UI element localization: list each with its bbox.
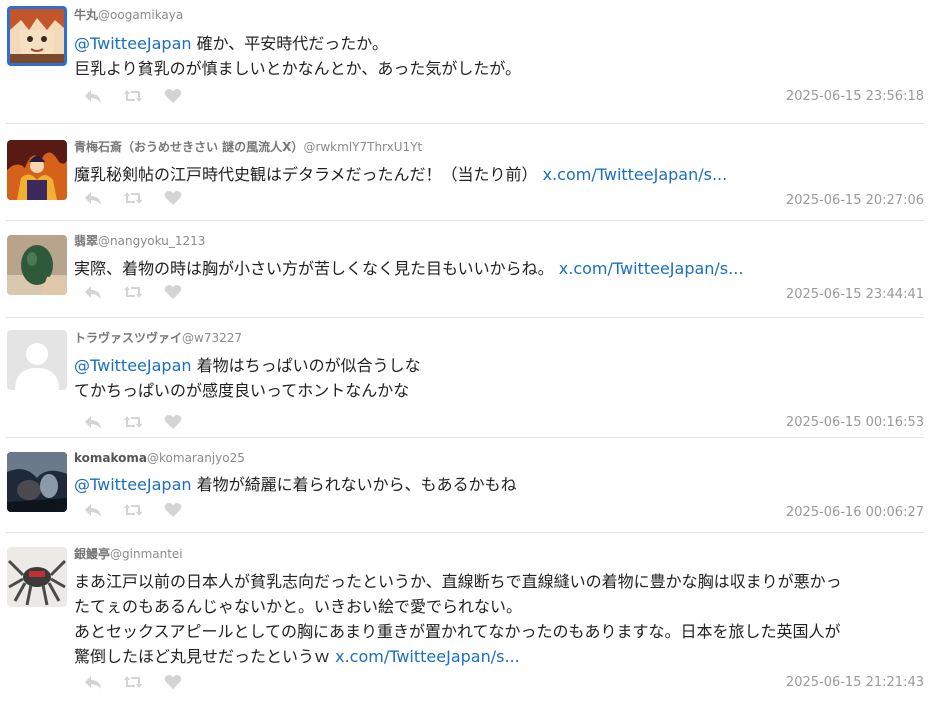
tweet-text: 驚倒したほど丸見せだったというｗ bbox=[74, 647, 336, 666]
tweet-actions: 2025-06-15 23:56:18 bbox=[74, 85, 924, 107]
tweet-text: 巨乳より貧乳のが慎ましいとかなんとか、あった気がしたが。 bbox=[74, 59, 522, 78]
user-handle[interactable]: @ginmantei bbox=[110, 547, 183, 561]
tweet-actions: 2025-06-15 23:44:41 bbox=[74, 281, 924, 303]
avatar[interactable] bbox=[7, 452, 67, 512]
timestamp[interactable]: 2025-06-16 00:06:27 bbox=[786, 505, 924, 520]
retweet-icon[interactable] bbox=[124, 88, 142, 104]
tweet-header: トラヴァスツヴァイ@w73227 bbox=[74, 330, 924, 346]
tweet-body: @TwitteeJapan 確か、平安時代だったか。 巨乳より貧乳のが慎ましいと… bbox=[74, 31, 924, 81]
retweet-icon[interactable] bbox=[124, 190, 142, 206]
tweet-text: 着物はちっぱいのが似合うしな bbox=[191, 356, 421, 375]
tweet: 銀鰻亭@ginmantei まあ江戸以前の日本人が貧乳志向だったというか、直線断… bbox=[6, 533, 924, 701]
tweet-body: 魔乳秘剣帖の江戸時代史観はデタラメだったんだ！（当たり前） x.com/Twit… bbox=[74, 162, 924, 187]
display-name[interactable]: 青梅石斎（おうめせきさい 謎の風流人X） bbox=[74, 140, 303, 154]
retweet-icon[interactable] bbox=[124, 502, 142, 518]
tweet-url-link[interactable]: x.com/TwitteeJapan/s... bbox=[335, 647, 520, 666]
heart-icon[interactable] bbox=[164, 674, 182, 690]
tweet-url-link[interactable]: x.com/TwitteeJapan/s... bbox=[559, 259, 744, 278]
tweet-actions: 2025-06-15 21:21:43 bbox=[74, 671, 924, 693]
timestamp[interactable]: 2025-06-15 21:21:43 bbox=[786, 675, 924, 690]
tweet-text: 確か、平安時代だったか。 bbox=[191, 34, 388, 53]
reply-icon[interactable] bbox=[84, 88, 102, 104]
tweet-body: @TwitteeJapan 着物はちっぱいのが似合うしな てかちっぱいのが感度良… bbox=[74, 353, 924, 403]
tweet-header: 牛丸@oogamikaya bbox=[74, 7, 924, 23]
timestamp[interactable]: 2025-06-15 00:16:53 bbox=[786, 415, 924, 430]
display-name[interactable]: 翡翠 bbox=[74, 234, 98, 248]
tweet-text: まあ江戸以前の日本人が貧乳志向だったというか、直線断ちで直線縫いの着物に豊かな胸… bbox=[74, 572, 842, 591]
avatar[interactable] bbox=[7, 547, 67, 607]
user-handle[interactable]: @komaranjyo25 bbox=[147, 451, 245, 465]
tweet: トラヴァスツヴァイ@w73227 @TwitteeJapan 着物はちっぱいのが… bbox=[6, 318, 924, 438]
heart-icon[interactable] bbox=[164, 88, 182, 104]
reply-icon[interactable] bbox=[84, 502, 102, 518]
heart-icon[interactable] bbox=[164, 284, 182, 300]
tweet-text: たてぇのもあるんじゃないかと。いきおい絵で愛でられない。 bbox=[74, 597, 523, 616]
tweet-body: @TwitteeJapan 着物が綺麗に着られないから、もあるかもね bbox=[74, 472, 924, 497]
tweet: 牛丸@oogamikaya @TwitteeJapan 確か、平安時代だったか。… bbox=[6, 0, 924, 124]
user-handle[interactable]: @rwkmlY7ThrxU1Yt bbox=[303, 140, 422, 154]
tweet-url-link[interactable]: x.com/TwitteeJapan/s... bbox=[543, 165, 728, 184]
reply-icon[interactable] bbox=[84, 284, 102, 300]
heart-icon[interactable] bbox=[164, 502, 182, 518]
tweet-actions: 2025-06-16 00:06:27 bbox=[74, 499, 924, 521]
heart-icon[interactable] bbox=[164, 190, 182, 206]
tweet-header: komakoma@komaranjyo25 bbox=[74, 450, 924, 466]
heart-icon[interactable] bbox=[164, 414, 182, 430]
tweet-text: 実際、着物の時は胸が小さい方が苦しくなく見た目もいいからね。 bbox=[74, 259, 559, 278]
display-name[interactable]: トラヴァスツヴァイ bbox=[74, 331, 182, 345]
tweet-body: 実際、着物の時は胸が小さい方が苦しくなく見た目もいいからね。 x.com/Twi… bbox=[74, 256, 924, 281]
tweet-actions: 2025-06-15 20:27:06 bbox=[74, 187, 924, 209]
tweet-header: 銀鰻亭@ginmantei bbox=[74, 546, 924, 562]
user-handle[interactable]: @nangyoku_1213 bbox=[98, 234, 205, 248]
tweet-text: あとセックスアピールとしての胸にあまり重きが置かれてなかったのもありますな。日本… bbox=[74, 622, 841, 641]
user-handle[interactable]: @w73227 bbox=[182, 331, 242, 345]
tweet-header: 翡翠@nangyoku_1213 bbox=[74, 233, 924, 249]
mention-link[interactable]: @TwitteeJapan bbox=[74, 475, 192, 494]
tweet-actions: 2025-06-15 00:16:53 bbox=[74, 411, 924, 433]
avatar[interactable] bbox=[7, 6, 67, 66]
timestamp[interactable]: 2025-06-15 23:44:41 bbox=[786, 287, 924, 302]
tweet-feed: 牛丸@oogamikaya @TwitteeJapan 確か、平安時代だったか。… bbox=[0, 0, 932, 701]
retweet-icon[interactable] bbox=[124, 414, 142, 430]
reply-icon[interactable] bbox=[84, 674, 102, 690]
timestamp[interactable]: 2025-06-15 20:27:06 bbox=[786, 193, 924, 208]
tweet-text: 着物が綺麗に着られないから、もあるかもね bbox=[191, 475, 517, 494]
tweet-body: まあ江戸以前の日本人が貧乳志向だったというか、直線断ちで直線縫いの着物に豊かな胸… bbox=[74, 569, 924, 669]
mention-link[interactable]: @TwitteeJapan bbox=[74, 356, 192, 375]
tweet-text: 魔乳秘剣帖の江戸時代史観はデタラメだったんだ！（当たり前） bbox=[74, 165, 543, 184]
timestamp[interactable]: 2025-06-15 23:56:18 bbox=[786, 89, 924, 104]
avatar[interactable] bbox=[7, 140, 67, 200]
reply-icon[interactable] bbox=[84, 190, 102, 206]
display-name[interactable]: 銀鰻亭 bbox=[74, 547, 110, 561]
tweet-text: てかちっぱいのが感度良いってホントなんかな bbox=[74, 381, 410, 400]
tweet: komakoma@komaranjyo25 @TwitteeJapan 着物が綺… bbox=[6, 438, 924, 533]
tweet: 翡翠@nangyoku_1213 実際、着物の時は胸が小さい方が苦しくなく見た目… bbox=[6, 221, 924, 318]
reply-icon[interactable] bbox=[84, 414, 102, 430]
avatar[interactable] bbox=[7, 235, 67, 295]
retweet-icon[interactable] bbox=[124, 284, 142, 300]
retweet-icon[interactable] bbox=[124, 674, 142, 690]
tweet: 青梅石斎（おうめせきさい 謎の風流人X）@rwkmlY7ThrxU1Yt 魔乳秘… bbox=[6, 124, 924, 221]
display-name[interactable]: komakoma bbox=[74, 451, 147, 465]
avatar[interactable] bbox=[7, 330, 67, 390]
mention-link[interactable]: @TwitteeJapan bbox=[74, 34, 192, 53]
user-handle[interactable]: @oogamikaya bbox=[98, 8, 183, 22]
tweet-header: 青梅石斎（おうめせきさい 謎の風流人X）@rwkmlY7ThrxU1Yt bbox=[74, 139, 924, 155]
display-name[interactable]: 牛丸 bbox=[74, 8, 98, 22]
